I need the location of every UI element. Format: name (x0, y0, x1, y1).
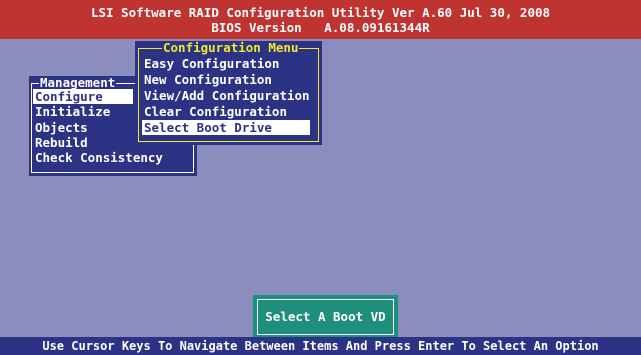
status-box: Select A Boot VD (253, 295, 398, 339)
menu-item-initialize[interactable]: Initialize (33, 104, 110, 119)
menu-item-new-configuration[interactable]: New Configuration (142, 72, 272, 87)
menu-item-easy-configuration[interactable]: Easy Configuration (142, 56, 279, 71)
menu-item-view-add-configuration[interactable]: View/Add Configuration (142, 88, 310, 103)
utility-title: LSI Software RAID Configuration Utility … (90, 5, 551, 20)
status-text: Select A Boot VD (265, 309, 386, 324)
menu-item-rebuild[interactable]: Rebuild (33, 135, 88, 150)
menu-item-configure[interactable]: Configure (33, 89, 133, 104)
menu-item-check-consistency[interactable]: Check Consistency (33, 150, 163, 165)
configuration-menu: Configuration Menu Easy Configuration Ne… (135, 41, 322, 145)
menu-item-clear-configuration[interactable]: Clear Configuration (142, 104, 287, 119)
menu-item-select-boot-drive[interactable]: Select Boot Drive (142, 120, 310, 135)
menu-item-objects[interactable]: Objects (33, 120, 88, 135)
help-bar: Use Cursor Keys To Navigate Between Item… (0, 337, 641, 355)
bios-version: BIOS Version A.08.09161344R (211, 20, 430, 35)
title-bar: LSI Software RAID Configuration Utility … (0, 0, 641, 39)
management-menu-title: Management (39, 75, 117, 90)
configuration-menu-title: Configuration Menu (162, 40, 300, 55)
